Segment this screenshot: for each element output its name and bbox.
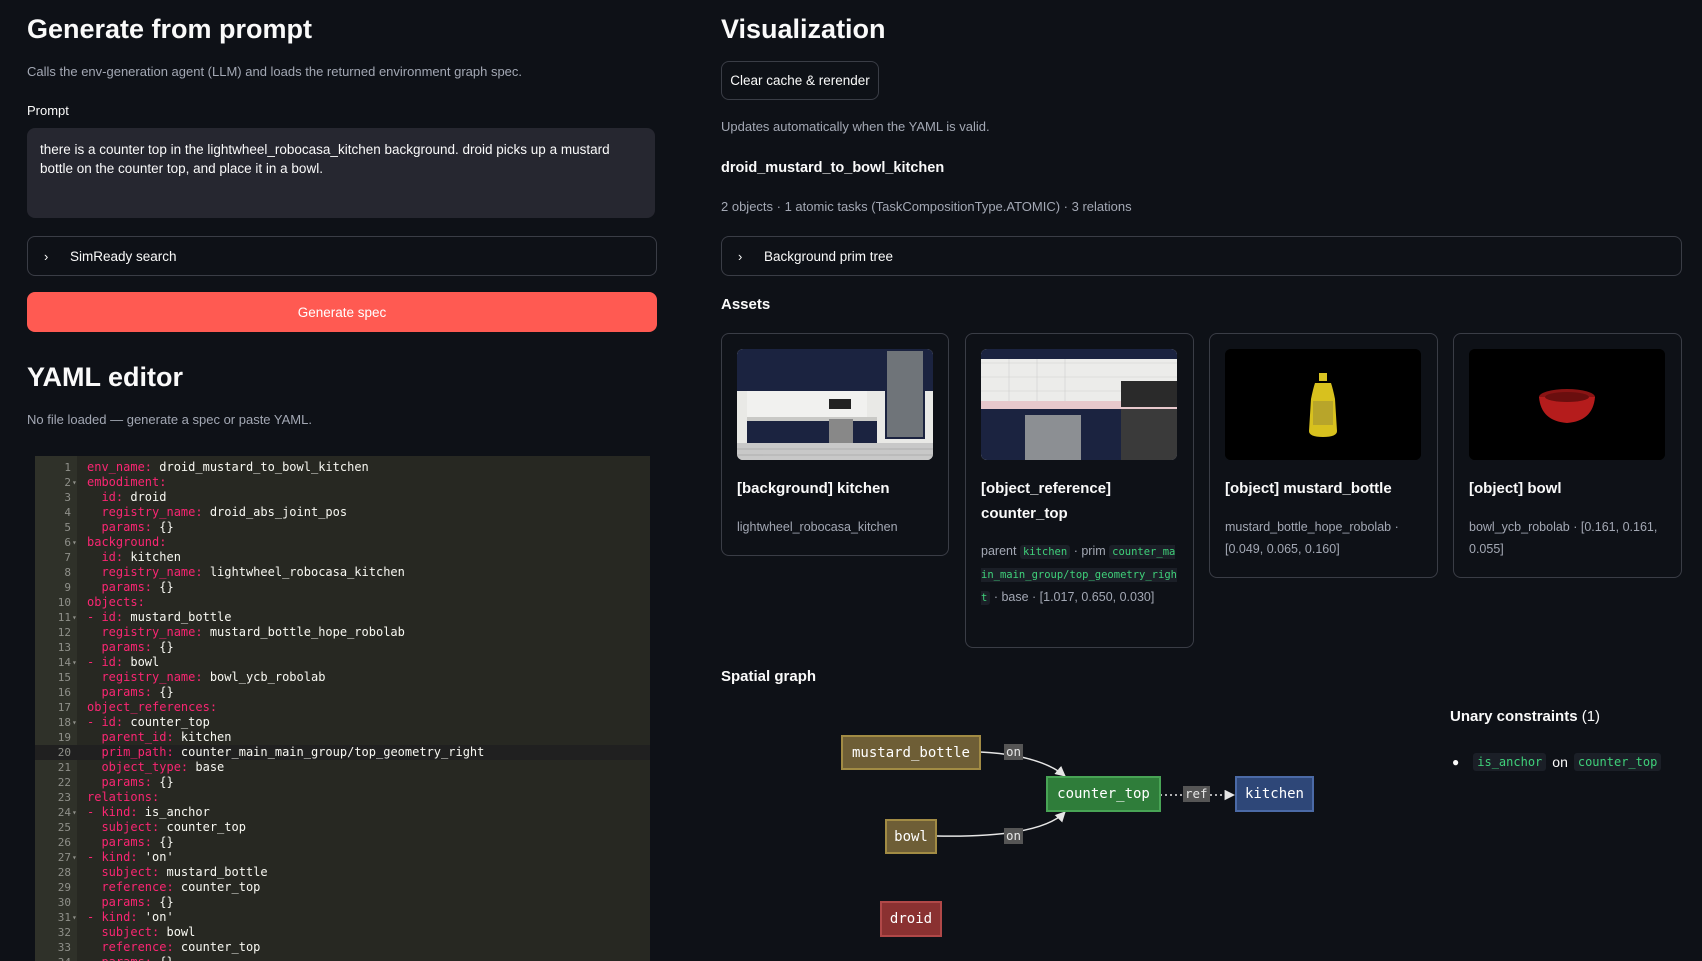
constraint-target: counter_top [1573,753,1662,771]
unary-constraint-item: ● is_anchor on counter_top [1452,753,1662,771]
edge-bowl-on [935,811,1066,837]
edge-label-on: on [1004,828,1024,844]
node-kitchen[interactable]: kitchen [1235,776,1314,812]
unary-constraints-title: Unary constraints (1) [1450,708,1601,725]
bullet-icon: ● [1452,755,1460,769]
node-bowl[interactable]: bowl [885,819,937,854]
edge-label-ref: ref [1183,786,1210,802]
node-mustard-bottle[interactable]: mustard_bottle [841,735,981,770]
spatial-graph-edges [935,751,1236,837]
node-droid[interactable]: droid [880,901,942,937]
edge-label-on: on [1004,744,1024,760]
constraint-name: is_anchor [1473,753,1547,771]
node-counter-top[interactable]: counter_top [1046,776,1161,812]
